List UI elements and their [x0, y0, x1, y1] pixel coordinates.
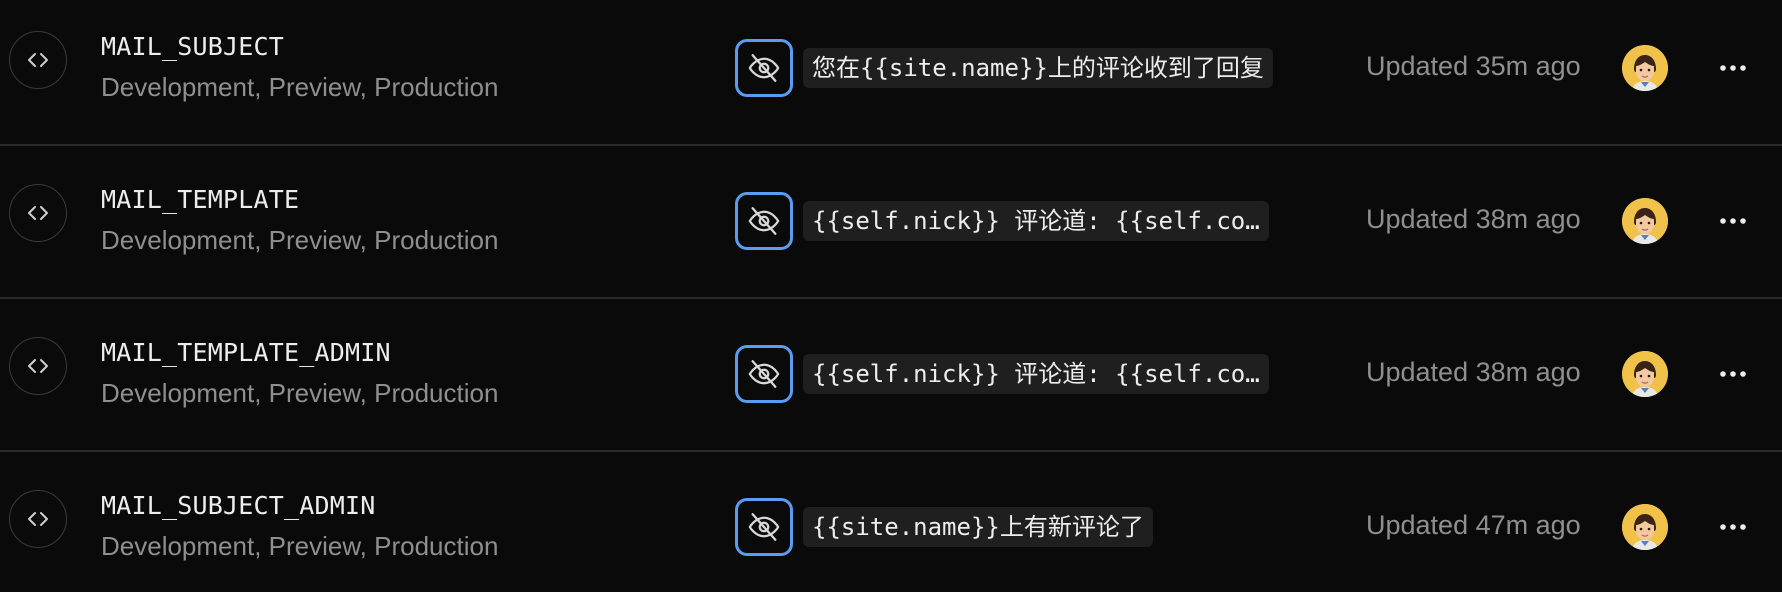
- env-variable-row: MAIL_TEMPLATE Development, Preview, Prod…: [0, 146, 1782, 299]
- eye-off-icon: [748, 360, 780, 388]
- variable-environments: Development, Preview, Production: [101, 225, 499, 255]
- reveal-value-button[interactable]: [735, 39, 793, 97]
- code-brackets-icon: [9, 337, 67, 395]
- avatar[interactable]: [1622, 45, 1668, 91]
- reveal-value-button[interactable]: [735, 345, 793, 403]
- variable-environments: Development, Preview, Production: [101, 378, 499, 408]
- avatar[interactable]: [1622, 198, 1668, 244]
- env-variable-list: MAIL_SUBJECT Development, Preview, Produ…: [0, 0, 1782, 592]
- variable-name[interactable]: MAIL_TEMPLATE: [101, 185, 299, 214]
- variable-environments: Development, Preview, Production: [101, 72, 499, 102]
- eye-off-icon: [748, 513, 780, 541]
- eye-off-icon: [748, 54, 780, 82]
- variable-environments: Development, Preview, Production: [101, 531, 499, 561]
- avatar[interactable]: [1622, 504, 1668, 550]
- row-actions-button[interactable]: [1716, 510, 1750, 544]
- code-brackets-icon: [9, 31, 67, 89]
- row-actions-button[interactable]: [1716, 357, 1750, 391]
- variable-name[interactable]: MAIL_SUBJECT_ADMIN: [101, 491, 376, 520]
- reveal-value-button[interactable]: [735, 498, 793, 556]
- env-variable-row: MAIL_SUBJECT_ADMIN Development, Preview,…: [0, 452, 1782, 585]
- more-horizontal-icon: [1720, 218, 1746, 224]
- variable-value[interactable]: {{self.nick}} 评论道: {{self.co…: [803, 201, 1269, 241]
- more-horizontal-icon: [1720, 524, 1746, 530]
- row-actions-button[interactable]: [1716, 51, 1750, 85]
- updated-timestamp: Updated 35m ago: [1366, 51, 1581, 81]
- updated-timestamp: Updated 38m ago: [1366, 204, 1581, 234]
- updated-timestamp: Updated 47m ago: [1366, 510, 1581, 540]
- avatar[interactable]: [1622, 351, 1668, 397]
- env-variable-row: MAIL_SUBJECT Development, Preview, Produ…: [0, 0, 1782, 146]
- variable-value[interactable]: 您在{{site.name}}上的评论收到了回复: [803, 48, 1273, 88]
- row-actions-button[interactable]: [1716, 204, 1750, 238]
- variable-name[interactable]: MAIL_SUBJECT: [101, 32, 284, 61]
- env-variable-row: MAIL_TEMPLATE_ADMIN Development, Preview…: [0, 299, 1782, 452]
- reveal-value-button[interactable]: [735, 192, 793, 250]
- more-horizontal-icon: [1720, 371, 1746, 377]
- code-brackets-icon: [9, 184, 67, 242]
- variable-value[interactable]: {{self.nick}} 评论道: {{self.co…: [803, 354, 1269, 394]
- updated-timestamp: Updated 38m ago: [1366, 357, 1581, 387]
- code-brackets-icon: [9, 490, 67, 548]
- variable-name[interactable]: MAIL_TEMPLATE_ADMIN: [101, 338, 391, 367]
- more-horizontal-icon: [1720, 65, 1746, 71]
- variable-value[interactable]: {{site.name}}上有新评论了: [803, 507, 1153, 547]
- eye-off-icon: [748, 207, 780, 235]
